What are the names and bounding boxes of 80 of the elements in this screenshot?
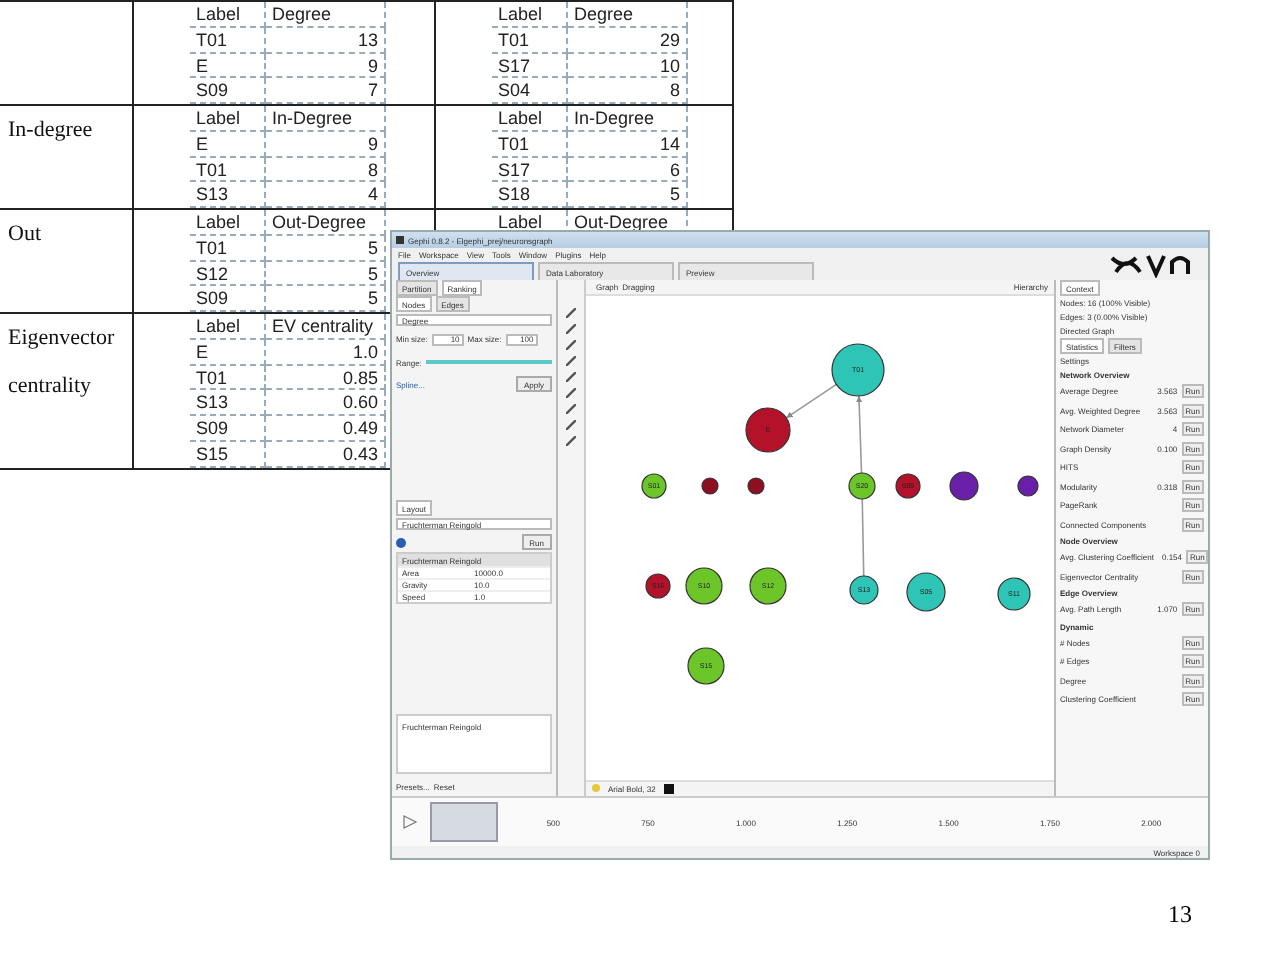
table-cell: 14 [568, 131, 688, 157]
table-cell: T01 [190, 235, 266, 261]
table-cell: 13 [266, 27, 386, 53]
table-cell: 29 [568, 27, 688, 53]
graph-node[interactable] [745, 407, 791, 453]
table-cell: 1.0 [266, 339, 386, 365]
graph-node[interactable] [687, 647, 725, 685]
table-cell: S09 [190, 286, 266, 312]
table-cell: 0.49 [266, 416, 386, 442]
table-cell: S15 [190, 441, 266, 467]
table-cell: 9 [266, 131, 386, 157]
table-cell: S12 [190, 261, 266, 287]
table-cell: S09 [190, 416, 266, 442]
column-header: Label [492, 106, 568, 132]
logo-icon [1108, 250, 1196, 278]
table-cell: 5 [266, 235, 386, 261]
metric-label: Out [8, 220, 43, 250]
table-cell: E [190, 53, 266, 79]
graph-node[interactable] [747, 477, 765, 495]
column-header: Label [190, 314, 266, 340]
column-header: Out-Degree [266, 210, 386, 236]
info-icon [396, 537, 406, 547]
table-cell: 0.85 [266, 365, 386, 391]
table-cell: 7 [266, 78, 386, 104]
table-cell: S13 [190, 390, 266, 416]
column-header: In-Degree [266, 106, 386, 132]
table-cell: T01 [492, 131, 568, 157]
column-header: EV centrality [266, 314, 386, 340]
graph-node[interactable] [685, 567, 723, 605]
table-cell: S09 [190, 78, 266, 104]
table-cell: 8 [266, 157, 386, 183]
graph-node[interactable] [906, 572, 946, 612]
page-number: 13 [1168, 900, 1192, 930]
column-header: Degree [568, 2, 688, 28]
graph-node[interactable] [645, 573, 671, 599]
graph-node[interactable] [895, 473, 921, 499]
graph-node[interactable] [641, 473, 667, 499]
table-cell: 6 [568, 157, 688, 183]
table-cell: T01 [492, 27, 568, 53]
table-cell: 5 [266, 286, 386, 312]
column-header: In-Degree [568, 106, 688, 132]
graph-edge [861, 498, 865, 577]
graph-node[interactable] [701, 477, 719, 495]
metric-label: Eigenvector centrality [8, 324, 117, 402]
graph-node[interactable] [1017, 475, 1039, 497]
graph-edge [785, 383, 838, 419]
column-header: Label [492, 2, 568, 28]
column-header: Label [190, 2, 266, 28]
graph-node[interactable] [949, 471, 979, 501]
table-cell: 0.60 [266, 390, 386, 416]
metric-label: In-degree [8, 116, 95, 146]
table-cell: E [190, 131, 266, 157]
table-cell: T01 [190, 157, 266, 183]
table-cell: 5 [266, 261, 386, 287]
table-cell: 9 [266, 53, 386, 79]
graph-node[interactable] [749, 567, 787, 605]
column-header: Label [190, 106, 266, 132]
table-cell: S13 [190, 182, 266, 208]
table-cell: S18 [492, 182, 568, 208]
table-cell: S17 [492, 157, 568, 183]
color-swatch-icon[interactable] [663, 784, 674, 794]
graph-edge [855, 395, 863, 474]
table-cell: S17 [492, 53, 568, 79]
column-header: Label [190, 210, 266, 236]
graph-node[interactable] [997, 577, 1031, 611]
table-cell: T01 [190, 365, 266, 391]
table-cell: 5 [568, 182, 688, 208]
table-cell: E [190, 339, 266, 365]
graph-node[interactable] [848, 472, 876, 500]
table-cell: S04 [492, 78, 568, 104]
app-icon [396, 236, 404, 244]
table-cell: 0.43 [266, 441, 386, 467]
table-cell: 4 [266, 182, 386, 208]
table-cell: 10 [568, 53, 688, 79]
play-icon[interactable] [398, 814, 422, 830]
table-cell: T01 [190, 27, 266, 53]
graph-node[interactable] [831, 343, 885, 397]
column-header: Degree [266, 2, 386, 28]
table-cell: 8 [568, 78, 688, 104]
graph-node[interactable] [849, 575, 879, 605]
